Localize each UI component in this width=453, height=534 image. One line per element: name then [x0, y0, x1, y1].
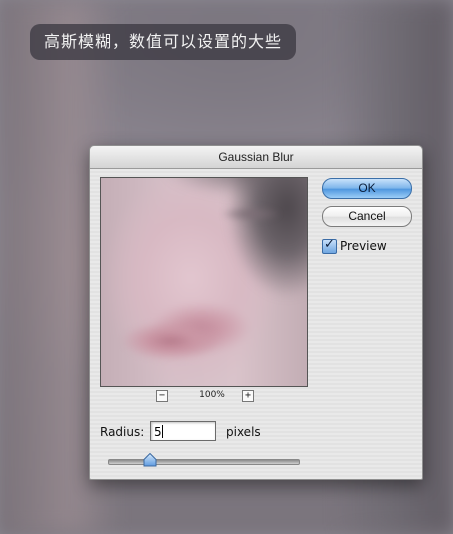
cancel-button[interactable]: Cancel — [322, 206, 412, 227]
gaussian-blur-dialog: Gaussian Blur − 100% + Radius: 5 pixels … — [89, 145, 423, 480]
preview-eye — [221, 206, 281, 222]
dialog-title[interactable]: Gaussian Blur — [90, 146, 422, 169]
slider-thumb-icon[interactable] — [143, 453, 157, 467]
radius-slider-track[interactable] — [108, 459, 300, 465]
radius-input[interactable]: 5 — [150, 421, 216, 441]
zoom-controls: − 100% + — [100, 389, 308, 403]
radius-label: Radius: — [100, 425, 145, 439]
radius-units-label: pixels — [226, 425, 261, 439]
ok-button[interactable]: OK — [322, 178, 412, 199]
preview-checkbox[interactable]: ✓ — [322, 237, 337, 254]
caption-bubble: 高斯模糊，数值可以设置的大些 — [30, 24, 297, 60]
text-caret — [161, 425, 163, 438]
radius-value: 5 — [154, 425, 162, 439]
preview-image[interactable] — [100, 177, 308, 387]
zoom-out-button[interactable]: − — [156, 390, 168, 402]
zoom-level: 100% — [199, 390, 225, 400]
caption-text: 高斯模糊，数值可以设置的大些 — [44, 32, 283, 51]
zoom-in-button[interactable]: + — [242, 390, 254, 402]
preview-label: Preview — [340, 239, 387, 253]
check-icon: ✓ — [324, 237, 335, 252]
preview-hair-right — [227, 178, 307, 318]
preview-lips — [121, 318, 221, 364]
